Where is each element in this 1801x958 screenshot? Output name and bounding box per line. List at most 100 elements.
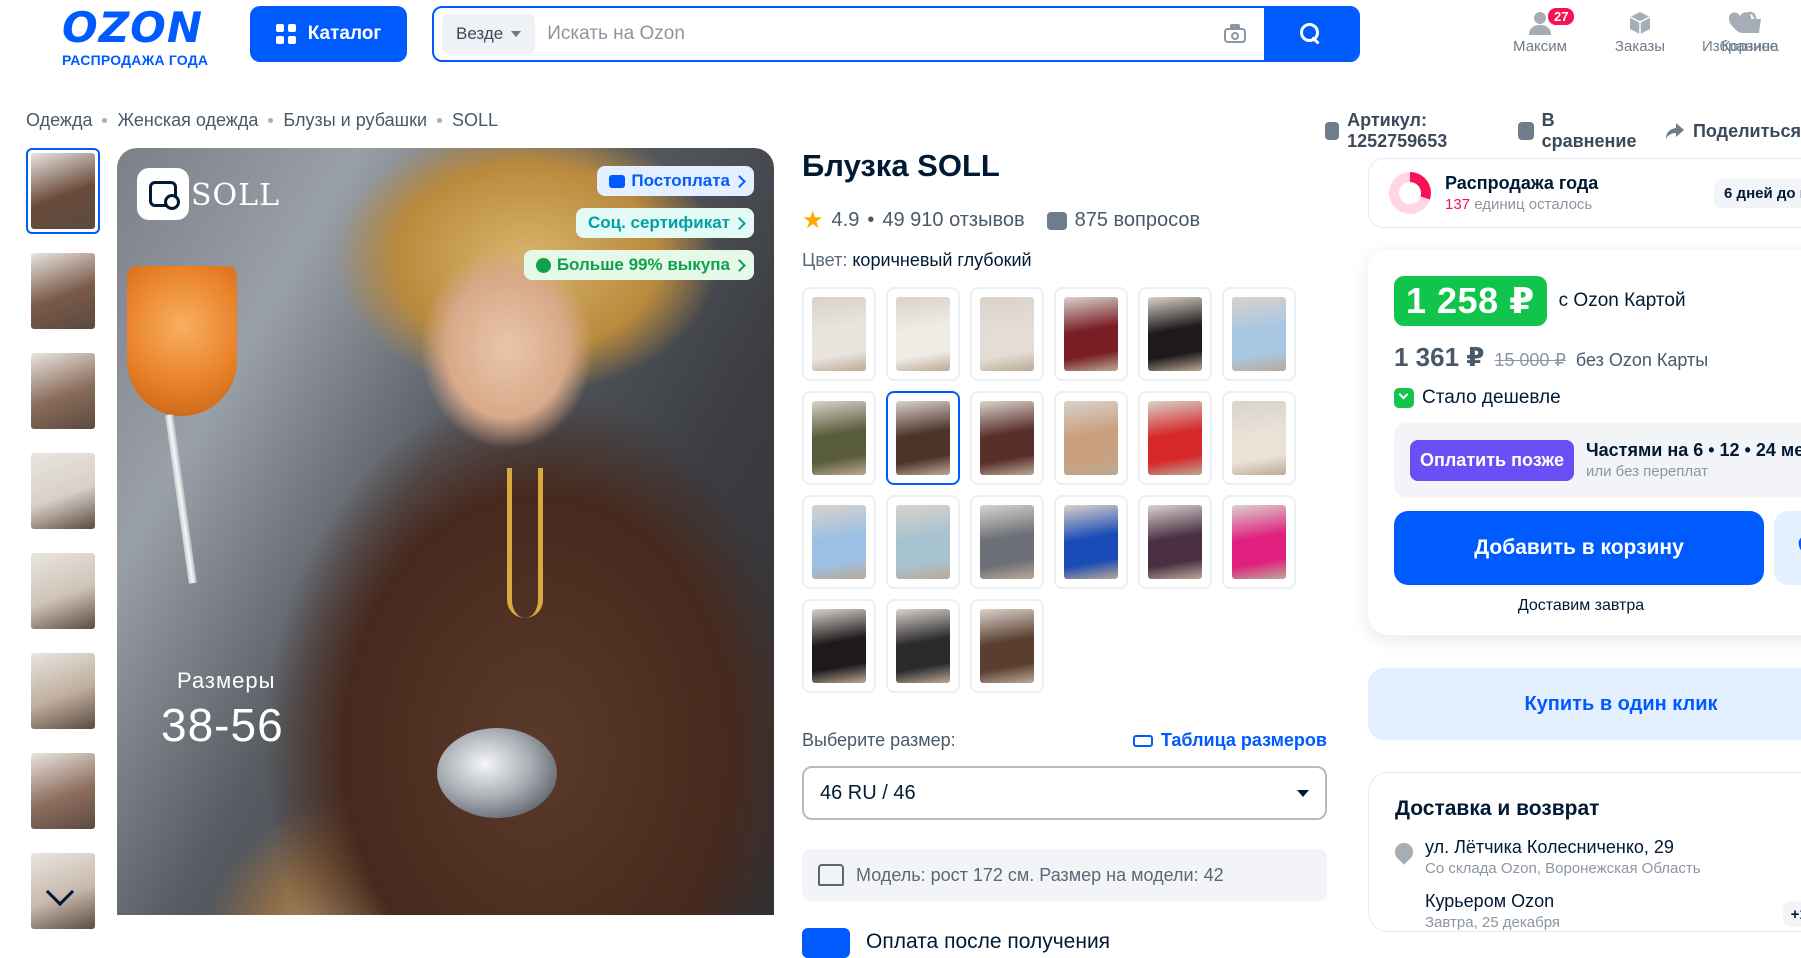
gallery-thumbnail[interactable] [26, 248, 100, 334]
compare-button[interactable]: В сравнение [1518, 110, 1639, 152]
color-swatch[interactable] [886, 391, 960, 485]
color-swatch[interactable] [1054, 391, 1128, 485]
breadcrumb-item[interactable]: Блузы и рубашки [283, 110, 427, 131]
location-pin-icon [1391, 839, 1417, 865]
color-swatch[interactable] [1138, 391, 1212, 485]
color-swatch[interactable] [970, 599, 1044, 693]
cart-row: Добавить в корзину [1394, 511, 1801, 585]
thumbnail-image [31, 453, 95, 529]
brand-badge[interactable] [137, 168, 189, 220]
price-down-icon [1394, 388, 1414, 408]
questions-icon [1046, 211, 1067, 230]
color-swatch[interactable] [802, 495, 876, 589]
thumbnail-image [31, 353, 95, 429]
size-label: Выберите размер: [802, 730, 956, 750]
color-label-text: Цвет: [802, 250, 848, 270]
color-swatch[interactable] [970, 495, 1044, 589]
color-swatch[interactable] [886, 287, 960, 381]
wallet-icon [609, 174, 626, 188]
gallery-thumbnail[interactable] [26, 648, 100, 734]
regular-price-label: без Ozon Карты [1575, 350, 1709, 370]
pay-after-label[interactable]: Оплата после получения [866, 930, 1110, 954]
color-swatch[interactable] [1138, 287, 1212, 381]
buyout-pill[interactable]: Больше 99% выкупа [523, 250, 754, 280]
gallery-thumbnail[interactable] [26, 548, 100, 634]
color-swatch[interactable] [802, 287, 876, 381]
glass-stem-shape [165, 414, 197, 584]
color-swatch[interactable] [1222, 287, 1296, 381]
compare-icon [1518, 122, 1534, 140]
breadcrumb-item[interactable]: Женская одежда [117, 110, 258, 131]
card-price-label: с Ozon Картой [1558, 290, 1686, 311]
delivery-card: Доставка и возврат ул. Лётчика Колесниче… [1368, 772, 1801, 932]
share-button[interactable]: Поделиться [1665, 110, 1801, 152]
rating-row[interactable]: ★ 4.9 • 49 910 отзывов 875 вопросов [802, 206, 1200, 235]
color-swatch[interactable] [802, 599, 876, 693]
gallery-thumbnail[interactable] [26, 348, 100, 434]
price-card: 1 258 ₽ с Ozon Картой 1 361 ₽ 15 000 ₽ б… [1368, 250, 1801, 635]
breadcrumb-item[interactable]: SOLL [452, 110, 498, 131]
breadcrumb-item[interactable]: Одежда [26, 110, 92, 131]
gallery-thumbnail[interactable] [26, 748, 100, 834]
ozon-logo[interactable]: OZON РАСПРОДАЖА ГОДА [62, 6, 222, 69]
caret-down-icon [1297, 789, 1309, 797]
color-swatch[interactable] [970, 287, 1044, 381]
postpay-pill[interactable]: Постоплата [597, 166, 754, 196]
gallery-thumbnail[interactable] [26, 148, 100, 234]
breadcrumb-separator [268, 118, 274, 123]
gallery-thumbnail[interactable] [26, 448, 100, 534]
color-swatch[interactable] [1054, 287, 1128, 381]
color-swatch[interactable] [1222, 495, 1296, 589]
size-value: 46 RU / 46 [820, 781, 916, 804]
article-number[interactable]: Артикул: 1252759653 [1325, 110, 1492, 152]
color-swatch[interactable] [970, 391, 1044, 485]
social-certificate-pill[interactable]: Соц. сертификат [575, 208, 754, 238]
swatch-image [980, 297, 1034, 371]
nav-cart-label: Корзина [1721, 38, 1779, 55]
questions-count[interactable]: 875 вопросов [1075, 209, 1201, 232]
camera-search-icon[interactable] [1222, 23, 1250, 45]
reviews-count[interactable]: 49 910 отзывов [882, 209, 1024, 232]
favorite-button[interactable] [1774, 511, 1801, 585]
search-input[interactable] [535, 8, 1222, 60]
swatch-image [812, 401, 866, 475]
buy-one-click-button[interactable]: Купить в один клик [1368, 668, 1801, 740]
nav-orders[interactable]: Заказы [1590, 8, 1690, 55]
regular-price: 1 361 ₽ [1394, 342, 1485, 372]
search-button[interactable] [1264, 8, 1358, 60]
thumbnail-image [31, 553, 95, 629]
nav-cart-real[interactable]: Корзина [1700, 8, 1800, 55]
catalog-button[interactable]: Каталог [250, 6, 407, 62]
postpay-label: Постоплата [631, 171, 730, 190]
pickup-address-row[interactable]: ул. Лётчика Колесниченко, 29 Со склада O… [1391, 837, 1801, 877]
color-swatch[interactable] [1138, 495, 1212, 589]
card-price-row[interactable]: 1 258 ₽ с Ozon Картой [1394, 276, 1801, 326]
color-label: Цвет: коричневый глубокий [802, 250, 1032, 271]
color-swatch[interactable] [802, 391, 876, 485]
swatch-image [1064, 401, 1118, 475]
sale-banner[interactable]: Распродажа года 137 единиц осталось 6 дн… [1368, 158, 1801, 228]
add-to-cart-button[interactable]: Добавить в корзину [1394, 511, 1764, 585]
nav-profile[interactable]: 27 Максим [1490, 6, 1590, 55]
brand-search-icon [149, 181, 180, 210]
installment-block[interactable]: Оплатить позже Частями на 6 • 12 • 24 ме… [1394, 423, 1801, 497]
color-swatch[interactable] [886, 599, 960, 693]
compare-label: В сравнение [1541, 110, 1637, 151]
size-table-link[interactable]: Таблица размеров [1132, 730, 1327, 751]
color-swatch[interactable] [1222, 391, 1296, 485]
courier-row[interactable]: Курьером Ozon Завтра, 25 декабря +149 ₽ [1395, 891, 1801, 931]
shirt-icon [818, 864, 844, 886]
color-swatch[interactable] [886, 495, 960, 589]
product-main-image[interactable]: SOLL Постоплата Соц. сертификат Больше 9… [117, 148, 774, 915]
price-dropped-row[interactable]: Стало дешевле [1394, 387, 1801, 409]
logo-subtitle: РАСПРОДАЖА ГОДА [62, 52, 209, 68]
article-label: Артикул: 1252759653 [1347, 110, 1448, 151]
model-info: Модель: рост 172 см. Размер на модели: 4… [802, 849, 1327, 901]
pickup-address-sub: Со склада Ozon, Воронежская Область [1425, 860, 1701, 877]
pay-later-button[interactable]: Оплатить позже [1410, 439, 1574, 481]
breadcrumb-separator [437, 118, 443, 123]
nav-orders-label: Заказы [1614, 38, 1666, 55]
color-swatch[interactable] [1054, 495, 1128, 589]
size-select[interactable]: 46 RU / 46 [802, 766, 1327, 820]
search-scope-dropdown[interactable]: Везде [442, 14, 536, 54]
